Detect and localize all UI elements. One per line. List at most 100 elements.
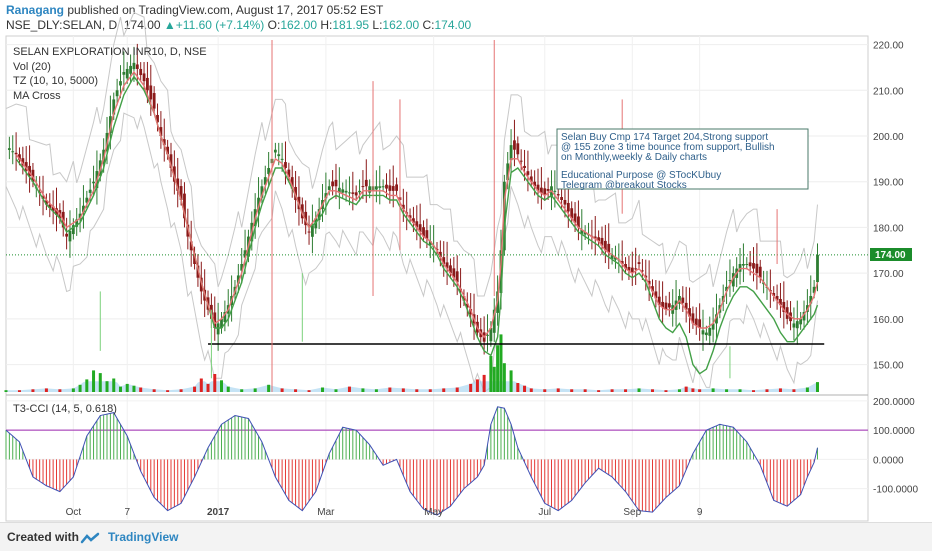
candle-body [523, 165, 526, 168]
candle-body [327, 186, 331, 190]
volume-bar [583, 389, 587, 392]
volume-bar [415, 389, 419, 392]
candle-body [566, 202, 570, 212]
cci-tick-label: 100.0000 [873, 426, 915, 437]
candle-body [556, 194, 560, 196]
volume-bar [374, 389, 378, 392]
volume-bar [240, 389, 244, 392]
x-tick-label: 7 [124, 507, 130, 518]
volume-bar [624, 389, 628, 392]
volume-bar [294, 389, 298, 392]
x-tick-label: 2017 [207, 507, 230, 518]
annotation-line-6: Telegram @breakout Stocks [561, 180, 687, 191]
candle-body [634, 268, 638, 270]
candle-body [14, 152, 18, 155]
candle-body [115, 90, 119, 97]
candle-body [354, 192, 358, 196]
x-tick-label: Jul [538, 507, 551, 518]
volume-bar [529, 388, 533, 392]
volume-bar [401, 388, 405, 392]
volume-bar [499, 334, 503, 392]
footer: Created with TradingView [0, 522, 932, 551]
candle-body [277, 154, 281, 157]
candle-body [395, 184, 398, 191]
candle-body [704, 332, 708, 336]
x-tick-label: Sep [623, 507, 641, 518]
volume-bar [765, 389, 769, 392]
volume-bar [118, 386, 122, 392]
candle-body [149, 85, 153, 100]
x-tick-label: Mar [317, 507, 335, 518]
volume-bar [226, 386, 230, 392]
candle-body [799, 318, 803, 325]
chart-canvas[interactable]: 220.00 210.00 200.00 190.00 180.00 170.00 160.… [0, 0, 932, 522]
candle-body [546, 189, 550, 191]
candle-body [374, 186, 378, 190]
y-tick-label: 180.00 [873, 223, 904, 234]
y-tick-label: 220.00 [873, 41, 904, 52]
volume-bar [199, 378, 203, 392]
candle-body [728, 280, 732, 281]
volume-bar [469, 383, 473, 392]
volume-bar [17, 390, 21, 392]
y-tick-label: 150.00 [873, 361, 904, 372]
candle-body [334, 179, 338, 187]
candle-body [139, 68, 143, 76]
volume-bar [112, 378, 116, 392]
y-tick-label: 210.00 [873, 86, 904, 97]
volume-bar [253, 388, 257, 392]
volume-bar [206, 383, 210, 392]
candle-body [516, 143, 520, 155]
candle-body [681, 297, 685, 303]
volume-bar [778, 388, 782, 392]
volume-bar [502, 363, 506, 392]
volume-bar [684, 386, 688, 392]
cci-tick-label: 200.0000 [873, 397, 915, 408]
legend-title: SELAN EXPLORATION INR10, D, NSE [13, 46, 207, 58]
candle-body [368, 186, 372, 193]
annotation-line-3: on Monthly,weekly & Daily charts [561, 152, 707, 163]
x-tick-label: Oct [66, 507, 82, 518]
tradingview-brand-link[interactable]: TradingView [108, 530, 178, 544]
volume-bar [213, 374, 217, 392]
candle-body [119, 81, 122, 86]
candle-body [348, 192, 351, 194]
candle-body [701, 330, 705, 335]
volume-bar [220, 380, 223, 392]
volume-bar [792, 389, 796, 392]
volume-bar [475, 379, 479, 392]
candle-body [385, 184, 388, 189]
volume-bar [71, 388, 75, 392]
created-with-label: Created with [7, 530, 80, 544]
volume-bar [492, 366, 496, 392]
candle-body [68, 230, 72, 242]
candle-body [388, 185, 392, 191]
candle-body [364, 179, 368, 187]
price-badge: 174.00 [870, 248, 912, 261]
candle-body [560, 197, 563, 200]
volume-bar [125, 383, 129, 392]
candle-body [526, 171, 530, 175]
volume-bar [92, 370, 96, 392]
volume-bar [58, 389, 62, 392]
candle-body [563, 200, 567, 205]
volume-bar [496, 345, 500, 392]
volume-bar [193, 386, 197, 392]
chart-frame [5, 35, 869, 522]
candle-body [758, 266, 762, 278]
volume-bar [651, 389, 654, 392]
volume-bar [428, 389, 432, 392]
volume-bar [105, 381, 109, 392]
candle-body [7, 148, 11, 150]
volume-bar [4, 390, 8, 392]
volume-bar [152, 389, 156, 392]
candle-body [152, 93, 156, 109]
annotation-box[interactable]: Selan Buy Cmp 174 Target 204,Strong supp… [556, 128, 809, 191]
x-tick-label: May [424, 507, 443, 518]
candle-body [748, 262, 752, 267]
candle-body [146, 77, 149, 91]
volume-bar [711, 388, 715, 392]
candle-body [816, 254, 819, 283]
candle-body [135, 64, 139, 69]
volume-bar [677, 389, 681, 392]
